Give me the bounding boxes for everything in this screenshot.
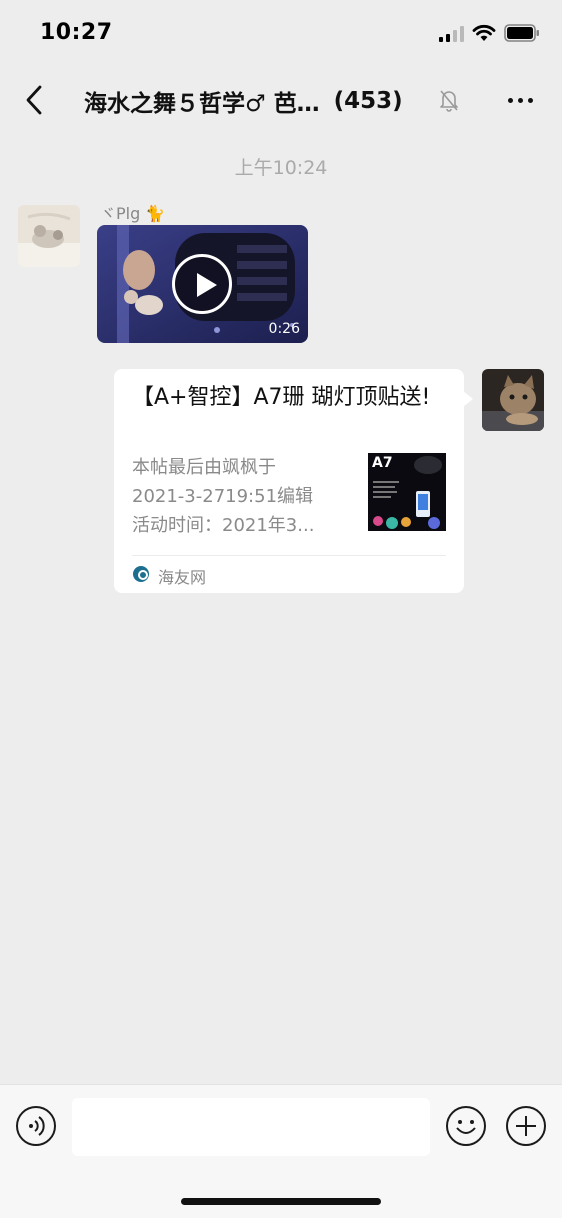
link-thumbnail: A7 <box>368 453 446 531</box>
battery-icon <box>504 24 540 42</box>
message-input[interactable] <box>72 1098 430 1156</box>
link-source: 海友网 <box>158 568 207 587</box>
status-icons <box>439 24 540 42</box>
chat-title: 海水之舞５哲学♂ 芭… (453) <box>84 84 434 118</box>
emoji-icon[interactable] <box>446 1106 486 1146</box>
source-logo-icon <box>133 566 149 582</box>
link-desc-line: 活动时间：2021年3... <box>132 515 315 536</box>
bell-muted-icon <box>438 88 460 112</box>
more-button[interactable] <box>500 86 540 114</box>
my-avatar[interactable] <box>482 369 544 431</box>
sender-avatar[interactable] <box>18 205 80 267</box>
sender-name: ヾPlg 🐈 <box>100 204 166 223</box>
chevron-left-icon <box>26 85 42 115</box>
home-indicator[interactable] <box>181 1198 381 1205</box>
link-desc-line: 本帖最后由飒枫于 <box>132 457 276 478</box>
play-icon[interactable] <box>172 254 232 314</box>
plus-icon[interactable] <box>506 1106 546 1146</box>
video-duration: 0:26 <box>268 321 300 337</box>
chat-screen: 10:27 海水之舞５哲学♂ 芭… (453) 上午10:24 ヾPlg 🐈 0… <box>0 0 562 1218</box>
link-desc-line: 2021-3-2719:51编辑 <box>132 486 314 507</box>
cellular-signal-icon <box>439 25 464 42</box>
link-title: 【A+智控】A7珊 瑚灯顶贴送! <box>132 385 431 410</box>
link-divider <box>132 555 446 556</box>
more-dot <box>527 97 533 103</box>
thumbnail-text: A7 <box>372 455 393 471</box>
member-count: (453) <box>333 88 403 114</box>
video-message[interactable]: 0:26 <box>97 225 308 343</box>
wifi-icon <box>472 24 496 42</box>
nav-bar: 海水之舞５哲学♂ 芭… (453) <box>0 70 562 130</box>
status-time: 10:27 <box>40 20 113 45</box>
link-description: 本帖最后由飒枫于 2021-3-2719:51编辑 活动时间：2021年3... <box>132 453 352 540</box>
more-dot <box>507 97 513 103</box>
status-bar: 10:27 <box>0 0 562 70</box>
more-dot <box>517 97 523 103</box>
back-button[interactable] <box>16 80 52 120</box>
link-card-message[interactable]: 【A+智控】A7珊 瑚灯顶贴送! 本帖最后由飒枫于 2021-3-2719:51… <box>114 369 473 593</box>
voice-icon[interactable] <box>16 1106 56 1146</box>
group-name: 海水之舞５哲学♂ 芭… <box>84 91 320 117</box>
message-timestamp: 上午10:24 <box>234 157 328 179</box>
